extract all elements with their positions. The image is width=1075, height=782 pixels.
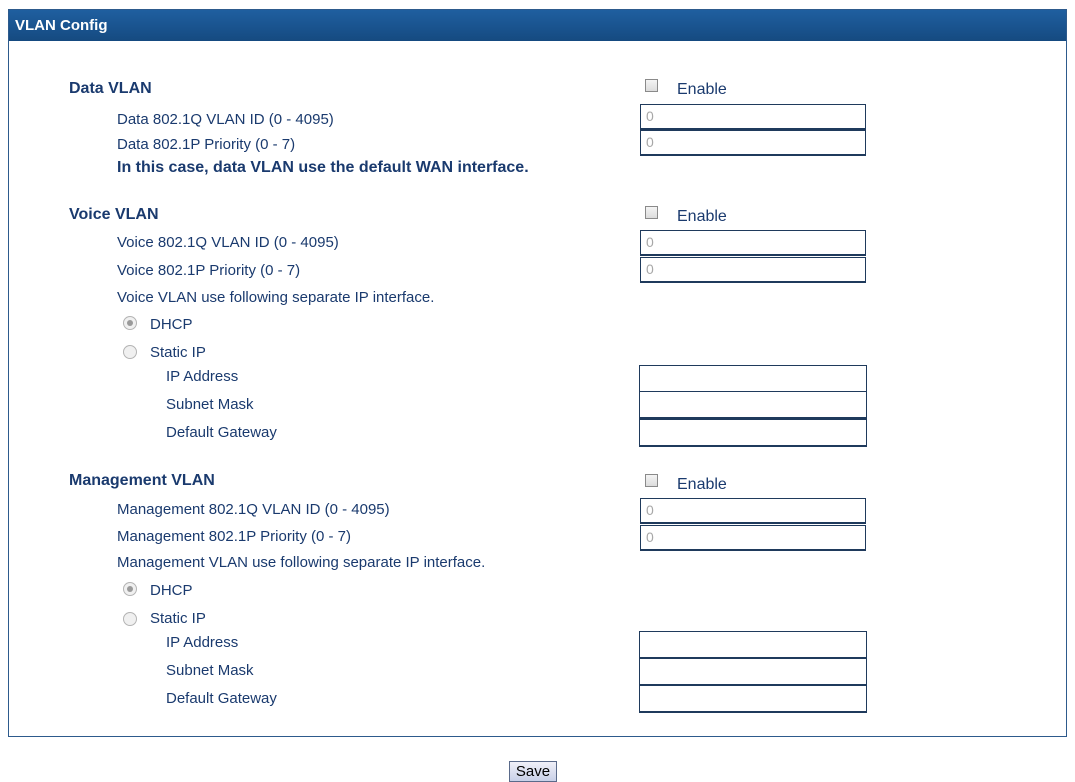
voice-vlan-title: Voice VLAN bbox=[69, 206, 159, 223]
data-vlan-note: In this case, data VLAN use the default … bbox=[117, 159, 529, 176]
voice-vlan-note: Voice VLAN use following separate IP int… bbox=[117, 289, 435, 306]
voice-static-ip-label: Static IP bbox=[150, 344, 206, 361]
mgmt-vlan-note: Management VLAN use following separate I… bbox=[117, 554, 486, 571]
mgmt-vlan-title: Management VLAN bbox=[69, 472, 215, 489]
data-vlan-title: Data VLAN bbox=[69, 80, 152, 97]
data-vlan-id-label: Data 802.1Q VLAN ID (0 - 4095) bbox=[117, 111, 334, 128]
mgmt-vlan-enable-checkbox[interactable] bbox=[645, 474, 658, 487]
voice-dhcp-radio[interactable] bbox=[123, 316, 137, 330]
panel-title: VLAN Config bbox=[9, 10, 1066, 41]
mgmt-default-gateway-input[interactable] bbox=[639, 685, 867, 713]
mgmt-vlan-priority-input[interactable]: 0 bbox=[640, 525, 866, 551]
voice-default-gateway-input[interactable] bbox=[639, 419, 867, 447]
data-vlan-id-input[interactable]: 0 bbox=[640, 104, 866, 130]
mgmt-ip-address-label: IP Address bbox=[166, 634, 239, 651]
voice-subnet-mask-label: Subnet Mask bbox=[166, 396, 254, 413]
voice-default-gateway-label: Default Gateway bbox=[166, 424, 277, 441]
voice-static-ip-radio[interactable] bbox=[123, 345, 137, 359]
mgmt-subnet-mask-input[interactable] bbox=[639, 658, 867, 686]
mgmt-static-ip-label: Static IP bbox=[150, 610, 206, 627]
mgmt-subnet-mask-label: Subnet Mask bbox=[166, 662, 254, 679]
data-vlan-enable-label: Enable bbox=[677, 81, 727, 98]
voice-vlan-priority-label: Voice 802.1P Priority (0 - 7) bbox=[117, 262, 301, 279]
voice-subnet-mask-input[interactable] bbox=[639, 391, 867, 419]
mgmt-static-ip-radio[interactable] bbox=[123, 612, 137, 626]
mgmt-dhcp-radio[interactable] bbox=[123, 582, 137, 596]
data-vlan-enable-checkbox[interactable] bbox=[645, 79, 658, 92]
data-vlan-priority-label: Data 802.1P Priority (0 - 7) bbox=[117, 136, 296, 153]
mgmt-default-gateway-label: Default Gateway bbox=[166, 690, 277, 707]
voice-ip-address-input[interactable] bbox=[639, 365, 867, 393]
voice-vlan-priority-input[interactable]: 0 bbox=[640, 257, 866, 283]
voice-vlan-id-input[interactable]: 0 bbox=[640, 230, 866, 256]
mgmt-ip-address-input[interactable] bbox=[639, 631, 867, 659]
voice-ip-address-label: IP Address bbox=[166, 368, 239, 385]
voice-vlan-id-label: Voice 802.1Q VLAN ID (0 - 4095) bbox=[117, 234, 339, 251]
mgmt-vlan-id-label: Management 802.1Q VLAN ID (0 - 4095) bbox=[117, 501, 390, 518]
mgmt-vlan-id-input[interactable]: 0 bbox=[640, 498, 866, 524]
mgmt-vlan-enable-label: Enable bbox=[677, 476, 727, 493]
mgmt-vlan-priority-label: Management 802.1P Priority (0 - 7) bbox=[117, 528, 352, 545]
voice-vlan-enable-label: Enable bbox=[677, 208, 727, 225]
mgmt-dhcp-label: DHCP bbox=[150, 582, 193, 599]
voice-dhcp-label: DHCP bbox=[150, 316, 193, 333]
data-vlan-priority-input[interactable]: 0 bbox=[640, 130, 866, 156]
voice-vlan-enable-checkbox[interactable] bbox=[645, 206, 658, 219]
save-button[interactable]: Save bbox=[509, 761, 557, 782]
